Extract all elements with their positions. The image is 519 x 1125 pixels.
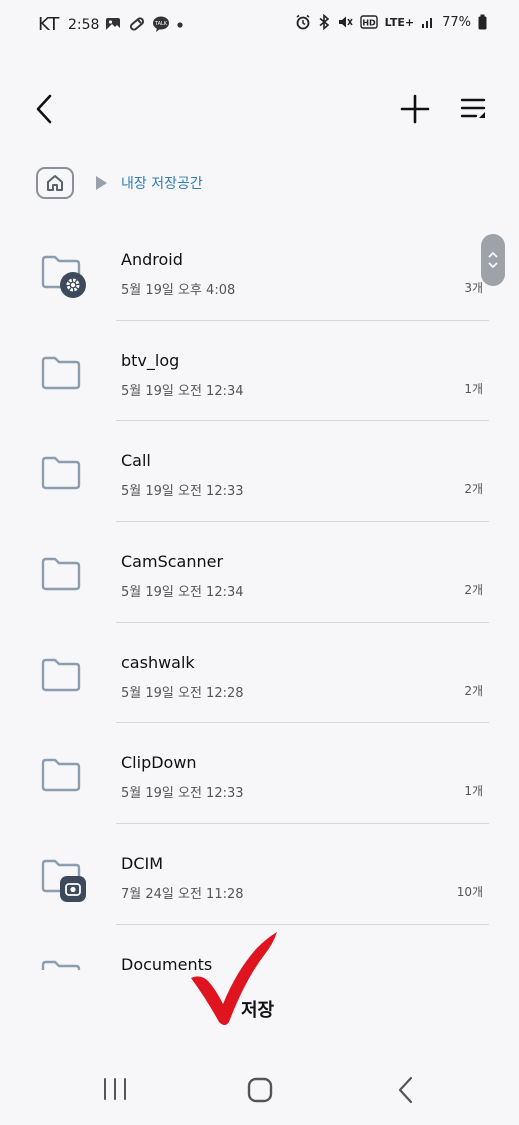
network-label: LTE+: [384, 15, 415, 29]
top-app-bar: [0, 80, 519, 140]
recent-apps-button[interactable]: [100, 1077, 130, 1101]
folder-date: 5월 19일 오전 12:28: [121, 685, 244, 701]
folder-icon: [41, 960, 81, 970]
folder-row-camscanner[interactable]: CamScanner 5월 19일 오전 12:34 2개: [0, 522, 519, 623]
folder-item-count: 2개: [464, 583, 483, 598]
folder-name: Android: [121, 250, 183, 269]
folder-item-count: 3개: [464, 281, 483, 295]
kakaotalk-notification-icon: TALK: [153, 16, 169, 32]
folder-icon: [41, 759, 81, 792]
sort-menu-button[interactable]: [458, 94, 488, 124]
folder-name: CamScanner: [121, 552, 224, 572]
folder-row-call[interactable]: Call 5월 19일 오전 12:33 2개: [0, 421, 519, 523]
nav-back-button[interactable]: [394, 1076, 418, 1104]
breadcrumb-current-storage[interactable]: 내장 저장공간: [121, 173, 203, 193]
svg-text:HD: HD: [362, 19, 376, 28]
home-storage-button[interactable]: [36, 167, 74, 199]
settings-badge-icon: [60, 272, 86, 298]
status-bar: KT 2:58 TALK HD LTE+ 77%: [0, 0, 519, 50]
folder-row-dcim[interactable]: DCIM 7월 24일 오전 11:28 10개: [0, 824, 519, 925]
camera-badge-icon: [60, 876, 86, 903]
folder-name: cashwalk: [121, 652, 195, 672]
folder-date: 5월 19일 오후 4:08: [121, 283, 236, 298]
breadcrumb-arrow-icon: [96, 176, 107, 190]
notification-dot-icon: [177, 22, 183, 28]
folder-date: 5월 19일 오전 12:34: [121, 585, 244, 601]
home-button[interactable]: [246, 1077, 274, 1103]
annotation-label: 저장: [241, 1000, 275, 1021]
pill-notification-icon: [129, 17, 145, 31]
breadcrumb: 내장 저장공간: [36, 166, 203, 200]
add-folder-button[interactable]: [398, 92, 432, 126]
bluetooth-icon: [319, 14, 329, 30]
folder-row-btv-log[interactable]: btv_log 5월 19일 오전 12:34 1개: [0, 321, 519, 422]
folder-date: 5월 19일 오전 12:33: [121, 786, 244, 802]
folder-item-count: 2개: [464, 683, 483, 698]
folder-date: 5월 19일 오전 12:33: [121, 484, 244, 500]
carrier-label: KT: [38, 14, 60, 35]
folder-item-count: 1개: [464, 381, 483, 396]
folder-row-android[interactable]: Android 5월 19일 오후 4:08 3개: [0, 220, 519, 321]
folder-icon: [41, 356, 81, 389]
system-nav-bar: [0, 1050, 519, 1125]
back-button[interactable]: [30, 92, 60, 126]
folder-item-count: 1개: [464, 784, 483, 799]
folder-name: DCIM: [121, 854, 164, 874]
folder-item-count: 10개: [456, 885, 483, 900]
signal-icon: [422, 18, 433, 28]
home-icon: [47, 175, 63, 191]
folder-icon: [41, 658, 81, 691]
mute-icon: [338, 16, 353, 28]
folder-item-count: 2개: [464, 482, 483, 497]
gallery-notification-icon: [106, 18, 120, 30]
hd-voice-icon: HD: [359, 15, 378, 29]
folder-date: 7월 24일 오전 11:28: [121, 887, 244, 903]
folder-icon: [41, 457, 81, 490]
folder-name: btv_log: [121, 350, 180, 370]
alarm-icon: [296, 14, 310, 30]
folder-icon: [41, 557, 81, 591]
battery-icon: [478, 14, 487, 30]
svg-text:TALK: TALK: [154, 21, 168, 27]
folder-date: 5월 19일 오전 12:34: [121, 383, 244, 399]
folder-name: Call: [121, 451, 151, 471]
folder-list: Android 5월 19일 오후 4:08 3개 btv_log 5월 19일…: [0, 220, 519, 970]
folder-row-clipdown[interactable]: ClipDown 5월 19일 오전 12:33 1개: [0, 723, 519, 825]
folder-row-cashwalk[interactable]: cashwalk 5월 19일 오전 12:28 2개: [0, 623, 519, 724]
folder-name: ClipDown: [121, 753, 197, 773]
battery-percent: 77%: [442, 14, 471, 30]
status-time: 2:58: [68, 17, 100, 33]
checkmark-annotation-icon: [191, 932, 277, 1025]
